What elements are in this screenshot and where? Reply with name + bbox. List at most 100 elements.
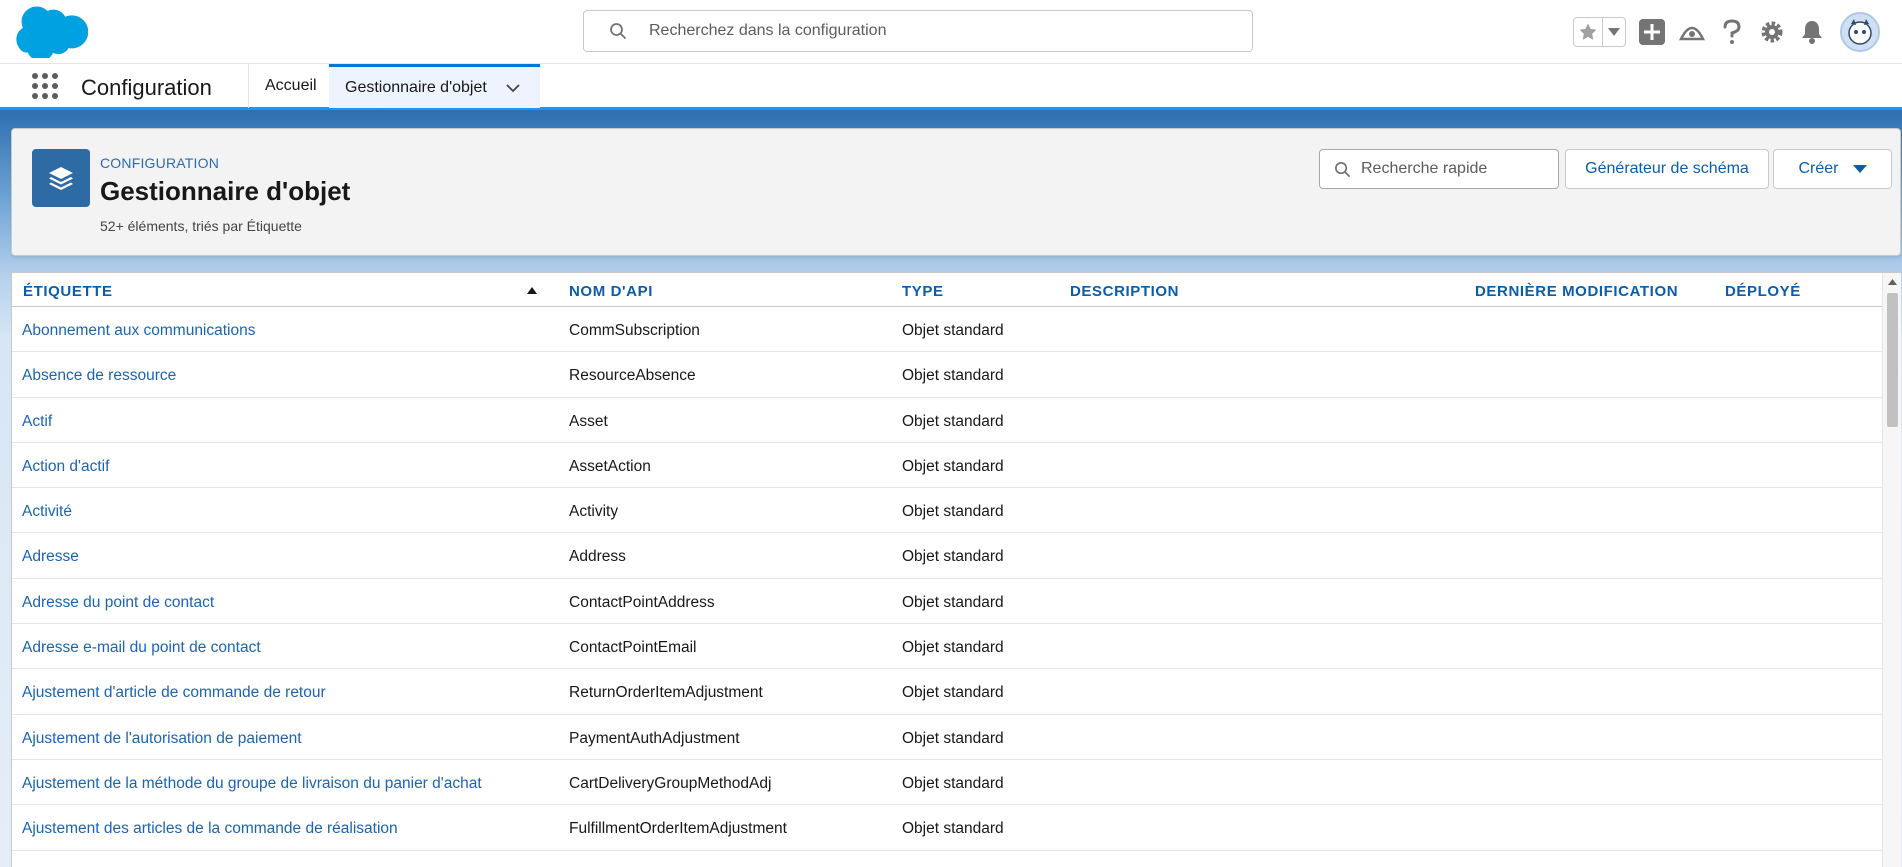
page-eyebrow: CONFIGURATION [100, 155, 220, 171]
tab-label: Gestionnaire d'objet [345, 78, 487, 96]
column-header-description[interactable]: DESCRIPTION [1070, 283, 1179, 300]
object-list-table: ÉTIQUETTE NOM D'API TYPE DESCRIPTION DER… [11, 272, 1901, 867]
table-row: Actif Asset Objet standard [12, 398, 1882, 443]
object-label-link[interactable]: Activité [22, 503, 72, 521]
api-name: AssetAction [569, 457, 651, 475]
create-button[interactable]: Créer [1773, 149, 1892, 189]
object-type: Objet standard [902, 367, 1004, 385]
global-search-box[interactable] [583, 10, 1253, 52]
page-title: Gestionnaire d'objet [100, 176, 351, 206]
star-icon [1579, 23, 1597, 40]
tab-accueil[interactable]: Accueil [248, 64, 333, 108]
table-row: Abonnement aux communications CommSubscr… [12, 307, 1882, 353]
api-name: Address [569, 548, 626, 566]
chevron-down-icon [1852, 165, 1867, 173]
column-header-deployed[interactable]: DÉPLOYÉ [1725, 283, 1801, 300]
page-header: CONFIGURATION Gestionnaire d'objet 52+ é… [11, 128, 1901, 256]
salesforce-cloud-logo[interactable] [15, 6, 88, 58]
object-label-link[interactable]: Actif [22, 413, 52, 431]
favorites-menu-button[interactable] [1603, 18, 1625, 46]
table-header: ÉTIQUETTE NOM D'API TYPE DESCRIPTION DER… [12, 273, 1882, 307]
object-label-link[interactable]: Adresse [22, 548, 79, 566]
api-name: ResourceAbsence [569, 367, 696, 385]
chevron-down-icon [1608, 28, 1621, 36]
table-row: Action d'actif AssetAction Objet standar… [12, 443, 1882, 489]
header-actions [1573, 12, 1880, 52]
table-body: Abonnement aux communications CommSubscr… [12, 307, 1882, 851]
global-header [0, 0, 1902, 63]
api-name: CommSubscription [569, 322, 700, 339]
api-name: FulfillmentOrderItemAdjustment [569, 820, 787, 838]
object-label-link[interactable]: Ajustement de la méthode du groupe de li… [22, 775, 482, 793]
help-icon [1723, 19, 1741, 44]
global-actions-button[interactable] [1638, 18, 1666, 46]
favorites-group [1573, 17, 1626, 47]
object-label-link[interactable]: Action d'actif [22, 458, 109, 476]
app-launcher-icon[interactable] [31, 72, 59, 100]
object-type: Objet standard [902, 820, 1004, 838]
trailhead-icon [1679, 26, 1705, 41]
object-label-link[interactable]: Absence de ressource [22, 367, 176, 385]
column-header-etiquette[interactable]: ÉTIQUETTE [23, 283, 113, 300]
object-label-link[interactable]: Adresse du point de contact [22, 594, 214, 612]
setup-button[interactable] [1758, 18, 1786, 46]
create-button-label: Créer [1798, 160, 1839, 177]
favorites-button[interactable] [1574, 18, 1604, 46]
object-type: Objet standard [902, 639, 1004, 657]
quick-find-input[interactable] [1361, 160, 1551, 178]
column-header-api-name[interactable]: NOM D'API [569, 283, 653, 300]
help-button[interactable] [1718, 18, 1746, 46]
chevron-down-icon[interactable] [505, 80, 521, 96]
api-name: Asset [569, 412, 608, 430]
table-row: Activité Activity Objet standard [12, 488, 1882, 534]
api-name: PaymentAuthAdjustment [569, 729, 740, 747]
search-icon [610, 23, 626, 39]
layers-icon [32, 149, 90, 207]
quick-find-box[interactable] [1319, 149, 1559, 189]
table-row: Ajustement d'article de commande de reto… [12, 669, 1882, 715]
api-name: ContactPointEmail [569, 639, 697, 657]
tab-label: Accueil [265, 77, 317, 94]
table-row: Ajustement de la méthode du groupe de li… [12, 760, 1882, 806]
object-type: Objet standard [902, 503, 1004, 521]
scrollbar-thumb[interactable] [1887, 293, 1898, 427]
gear-icon [1761, 21, 1783, 43]
table-row: Ajustement des articles de la commande d… [12, 805, 1882, 851]
table-row: Adresse Address Objet standard [12, 533, 1882, 579]
avatar[interactable] [1840, 12, 1880, 52]
column-header-type[interactable]: TYPE [902, 283, 944, 300]
scroll-up-arrow-icon[interactable] [1888, 279, 1897, 285]
schema-builder-button[interactable]: Générateur de schéma [1565, 149, 1769, 189]
global-search-input[interactable] [649, 22, 1209, 40]
trailhead-button[interactable] [1678, 18, 1706, 46]
object-label-link[interactable]: Abonnement aux communications [22, 322, 256, 340]
api-name: CartDeliveryGroupMethodAdj [569, 774, 772, 792]
object-label-link[interactable]: Ajustement de l'autorisation de paiement [22, 730, 302, 748]
astro-avatar-icon [1842, 14, 1878, 50]
object-type: Objet standard [902, 457, 1004, 475]
object-label-link[interactable]: Ajustement d'article de commande de reto… [22, 684, 326, 702]
column-header-last-modified[interactable]: DERNIÈRE MODIFICATION [1475, 283, 1678, 300]
api-name: ReturnOrderItemAdjustment [569, 684, 763, 702]
object-type: Objet standard [902, 412, 1004, 430]
page-meta: 52+ éléments, triés par Étiquette [100, 218, 302, 234]
app-name: Configuration [81, 75, 212, 100]
object-label-link[interactable]: Ajustement des articles de la commande d… [22, 820, 398, 838]
notifications-button[interactable] [1798, 18, 1826, 46]
object-type: Objet standard [902, 322, 1004, 339]
api-name: Activity [569, 503, 619, 521]
object-type: Objet standard [902, 774, 1004, 792]
add-icon [1639, 19, 1665, 45]
table-row: Adresse e-mail du point de contact Conta… [12, 624, 1882, 670]
table-row: Adresse du point de contact ContactPoint… [12, 579, 1882, 625]
object-label-link[interactable]: Adresse e-mail du point de contact [22, 639, 261, 657]
bell-icon [1802, 21, 1822, 44]
sort-ascending-icon[interactable] [527, 287, 537, 294]
app-navigation-bar: Configuration Accueil Gestionnaire d'obj… [0, 63, 1902, 110]
object-type: Objet standard [902, 684, 1004, 702]
object-type: Objet standard [902, 548, 1004, 566]
search-icon [1335, 161, 1350, 177]
tab-gestionnaire-objet[interactable]: Gestionnaire d'objet [329, 64, 540, 108]
table-scrollbar[interactable] [1882, 273, 1901, 867]
object-type: Objet standard [902, 729, 1004, 747]
